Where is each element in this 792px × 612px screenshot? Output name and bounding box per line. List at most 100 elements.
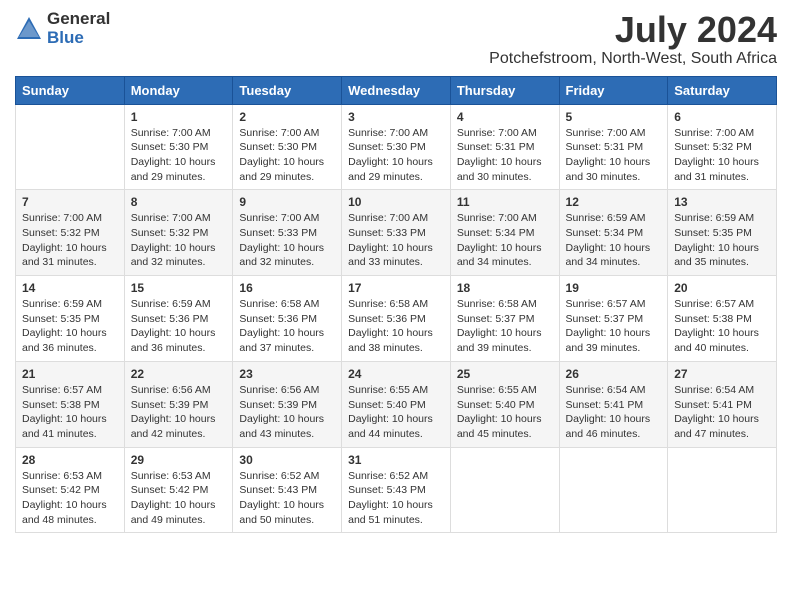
cell-info: Sunrise: 7:00 AMSunset: 5:31 PMDaylight:…	[566, 126, 662, 185]
calendar-cell: 2Sunrise: 7:00 AMSunset: 5:30 PMDaylight…	[233, 104, 342, 190]
calendar-cell: 6Sunrise: 7:00 AMSunset: 5:32 PMDaylight…	[668, 104, 777, 190]
calendar-cell: 23 Sunrise: 6:56 AMSunset: 5:39 PMDayligh…	[233, 361, 342, 447]
cell-info: Sunrise: 6:55 AMSunset: 5:40 PMDaylight:…	[348, 383, 444, 442]
calendar-cell: 22 Sunrise: 6:56 AMSunset: 5:39 PMDayligh…	[124, 361, 233, 447]
calendar-cell: 7 Sunrise: 7:00 AMSunset: 5:32 PMDaylight…	[16, 190, 125, 276]
logo-general-text: General	[47, 10, 110, 29]
calendar-cell: 16Sunrise: 6:58 AMSunset: 5:36 PMDayligh…	[233, 276, 342, 362]
calendar-cell: 10 Sunrise: 7:00 AMSunset: 5:33 PMDayligh…	[342, 190, 451, 276]
cell-info: Sunrise: 6:56 AMSunset: 5:39 PMDaylight:…	[239, 383, 335, 442]
cell-info: Sunrise: 6:56 AMSunset: 5:39 PMDaylight:…	[131, 383, 227, 442]
cell-info: Sunrise: 6:59 AMSunset: 5:35 PMDaylight:…	[674, 211, 770, 270]
day-number: 1	[131, 110, 227, 124]
calendar-cell: 1 Sunrise: 7:00 AMSunset: 5:30 PMDaylight…	[124, 104, 233, 190]
weekday-header-row: SundayMondayTuesdayWednesdayThursdayFrid…	[16, 76, 777, 104]
day-number: 30	[239, 453, 335, 467]
day-number: 21	[22, 367, 118, 381]
weekday-header-sunday: Sunday	[16, 76, 125, 104]
calendar-cell: 28Sunrise: 6:53 AMSunset: 5:42 PMDayligh…	[16, 447, 125, 533]
cell-info: Sunrise: 7:00 AMSunset: 5:30 PMDaylight:…	[131, 126, 227, 185]
cell-info: Sunrise: 6:59 AMSunset: 5:34 PMDaylight:…	[566, 211, 662, 270]
day-number: 2	[239, 110, 335, 124]
calendar-cell: 27Sunrise: 6:54 AMSunset: 5:41 PMDayligh…	[668, 361, 777, 447]
cell-info: Sunrise: 6:54 AMSunset: 5:41 PMDaylight:…	[566, 383, 662, 442]
day-number: 23	[239, 367, 335, 381]
cell-info: Sunrise: 6:58 AMSunset: 5:36 PMDaylight:…	[348, 297, 444, 356]
cell-info: Sunrise: 7:00 AMSunset: 5:32 PMDaylight:…	[22, 211, 118, 270]
calendar-cell: 4 Sunrise: 7:00 AMSunset: 5:31 PMDaylight…	[450, 104, 559, 190]
calendar-cell: 12 Sunrise: 6:59 AMSunset: 5:34 PMDayligh…	[559, 190, 668, 276]
day-number: 9	[239, 195, 335, 209]
calendar-cell	[668, 447, 777, 533]
day-number: 15	[131, 281, 227, 295]
calendar-cell: 31 Sunrise: 6:52 AMSunset: 5:43 PMDayligh…	[342, 447, 451, 533]
cell-info: Sunrise: 6:54 AMSunset: 5:41 PMDaylight:…	[674, 383, 770, 442]
calendar-cell: 8 Sunrise: 7:00 AMSunset: 5:32 PMDaylight…	[124, 190, 233, 276]
cell-info: Sunrise: 6:57 AMSunset: 5:38 PMDaylight:…	[674, 297, 770, 356]
calendar-cell	[450, 447, 559, 533]
day-number: 22	[131, 367, 227, 381]
day-number: 11	[457, 195, 553, 209]
day-number: 16	[239, 281, 335, 295]
calendar-cell	[559, 447, 668, 533]
calendar-cell: 17Sunrise: 6:58 AMSunset: 5:36 PMDayligh…	[342, 276, 451, 362]
weekday-header-monday: Monday	[124, 76, 233, 104]
day-number: 24	[348, 367, 444, 381]
calendar-cell: 20 Sunrise: 6:57 AMSunset: 5:38 PMDayligh…	[668, 276, 777, 362]
cell-info: Sunrise: 6:57 AMSunset: 5:38 PMDaylight:…	[22, 383, 118, 442]
cell-info: Sunrise: 6:55 AMSunset: 5:40 PMDaylight:…	[457, 383, 553, 442]
logo-icon	[15, 15, 43, 43]
cell-info: Sunrise: 6:52 AMSunset: 5:43 PMDaylight:…	[348, 469, 444, 528]
weekday-header-friday: Friday	[559, 76, 668, 104]
day-number: 25	[457, 367, 553, 381]
day-number: 13	[674, 195, 770, 209]
day-number: 19	[566, 281, 662, 295]
day-number: 3	[348, 110, 444, 124]
cell-info: Sunrise: 7:00 AMSunset: 5:31 PMDaylight:…	[457, 126, 553, 185]
calendar-cell: 19 Sunrise: 6:57 AMSunset: 5:37 PMDayligh…	[559, 276, 668, 362]
day-number: 8	[131, 195, 227, 209]
calendar-week-row: 1 Sunrise: 7:00 AMSunset: 5:30 PMDaylight…	[16, 104, 777, 190]
calendar-cell: 29 Sunrise: 6:53 AMSunset: 5:42 PMDayligh…	[124, 447, 233, 533]
calendar-cell: 14Sunrise: 6:59 AMSunset: 5:35 PMDayligh…	[16, 276, 125, 362]
cell-info: Sunrise: 6:59 AMSunset: 5:35 PMDaylight:…	[22, 297, 118, 356]
title-area: July 2024 Potchefstroom, North-West, Sou…	[489, 10, 777, 68]
calendar-cell: 3Sunrise: 7:00 AMSunset: 5:30 PMDaylight…	[342, 104, 451, 190]
day-number: 29	[131, 453, 227, 467]
day-number: 20	[674, 281, 770, 295]
cell-info: Sunrise: 7:00 AMSunset: 5:32 PMDaylight:…	[131, 211, 227, 270]
calendar-week-row: 21 Sunrise: 6:57 AMSunset: 5:38 PMDayligh…	[16, 361, 777, 447]
calendar-week-row: 14Sunrise: 6:59 AMSunset: 5:35 PMDayligh…	[16, 276, 777, 362]
calendar-cell	[16, 104, 125, 190]
cell-info: Sunrise: 7:00 AMSunset: 5:34 PMDaylight:…	[457, 211, 553, 270]
weekday-header-thursday: Thursday	[450, 76, 559, 104]
day-number: 10	[348, 195, 444, 209]
weekday-header-tuesday: Tuesday	[233, 76, 342, 104]
cell-info: Sunrise: 7:00 AMSunset: 5:33 PMDaylight:…	[239, 211, 335, 270]
location-title: Potchefstroom, North-West, South Africa	[489, 50, 777, 68]
cell-info: Sunrise: 6:53 AMSunset: 5:42 PMDaylight:…	[22, 469, 118, 528]
calendar-cell: 5 Sunrise: 7:00 AMSunset: 5:31 PMDaylight…	[559, 104, 668, 190]
calendar-cell: 15Sunrise: 6:59 AMSunset: 5:36 PMDayligh…	[124, 276, 233, 362]
day-number: 7	[22, 195, 118, 209]
calendar-week-row: 28Sunrise: 6:53 AMSunset: 5:42 PMDayligh…	[16, 447, 777, 533]
calendar-cell: 21 Sunrise: 6:57 AMSunset: 5:38 PMDayligh…	[16, 361, 125, 447]
cell-info: Sunrise: 7:00 AMSunset: 5:32 PMDaylight:…	[674, 126, 770, 185]
weekday-header-saturday: Saturday	[668, 76, 777, 104]
cell-info: Sunrise: 6:57 AMSunset: 5:37 PMDaylight:…	[566, 297, 662, 356]
cell-info: Sunrise: 7:00 AMSunset: 5:33 PMDaylight:…	[348, 211, 444, 270]
day-number: 31	[348, 453, 444, 467]
cell-info: Sunrise: 6:53 AMSunset: 5:42 PMDaylight:…	[131, 469, 227, 528]
day-number: 18	[457, 281, 553, 295]
calendar-cell: 9 Sunrise: 7:00 AMSunset: 5:33 PMDaylight…	[233, 190, 342, 276]
day-number: 5	[566, 110, 662, 124]
day-number: 12	[566, 195, 662, 209]
logo-blue-text: Blue	[47, 29, 110, 48]
calendar-cell: 24 Sunrise: 6:55 AMSunset: 5:40 PMDayligh…	[342, 361, 451, 447]
calendar-table: SundayMondayTuesdayWednesdayThursdayFrid…	[15, 76, 777, 534]
calendar-cell: 11 Sunrise: 7:00 AMSunset: 5:34 PMDayligh…	[450, 190, 559, 276]
calendar-cell: 25 Sunrise: 6:55 AMSunset: 5:40 PMDayligh…	[450, 361, 559, 447]
day-number: 26	[566, 367, 662, 381]
calendar-cell: 18Sunrise: 6:58 AMSunset: 5:37 PMDayligh…	[450, 276, 559, 362]
day-number: 4	[457, 110, 553, 124]
